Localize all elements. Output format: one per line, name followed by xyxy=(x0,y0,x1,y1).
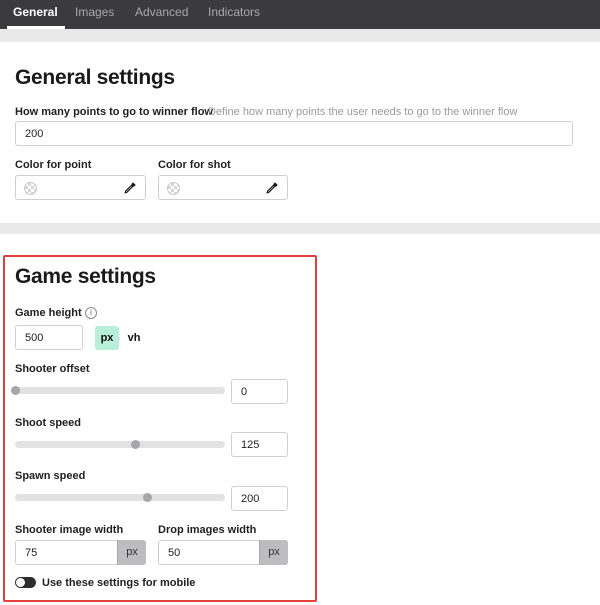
eyedropper-icon[interactable] xyxy=(265,181,279,195)
points-input[interactable] xyxy=(15,121,573,146)
mobile-toggle-label: Use these settings for mobile xyxy=(42,577,196,589)
color-shot-picker[interactable] xyxy=(158,175,288,200)
shoot-speed-input[interactable] xyxy=(231,432,288,457)
shooter-offset-label: Shooter offset xyxy=(15,363,90,375)
points-label: How many points to go to winner flow xyxy=(15,106,213,118)
game-height-label: Game height xyxy=(15,307,82,319)
general-settings-card: General settings How many points to go t… xyxy=(0,42,600,223)
tab-indicators[interactable]: Indicators xyxy=(208,5,260,29)
spawn-speed-input[interactable] xyxy=(231,486,288,511)
shooter-offset-slider-thumb[interactable] xyxy=(11,386,20,395)
tab-general[interactable]: General xyxy=(7,5,65,29)
tab-bar: General Images Advanced Indicators xyxy=(0,0,600,29)
info-icon[interactable]: i xyxy=(85,307,97,319)
color-shot-label: Color for shot xyxy=(158,159,231,171)
shoot-speed-slider[interactable] xyxy=(15,440,225,449)
color-shot-swatch xyxy=(167,182,180,195)
unit-vh-button[interactable]: vh xyxy=(122,326,146,350)
spawn-speed-label: Spawn speed xyxy=(15,470,86,482)
unit-px-button[interactable]: px xyxy=(95,326,119,350)
shooter-offset-slider[interactable] xyxy=(11,386,225,395)
drop-width-unit: px xyxy=(259,540,288,565)
eyedropper-icon[interactable] xyxy=(123,181,137,195)
shooter-image-width-label: Shooter image width xyxy=(15,524,124,536)
color-point-swatch xyxy=(24,182,37,195)
color-point-picker[interactable] xyxy=(15,175,146,200)
game-settings-title: Game settings xyxy=(15,265,156,288)
shooter-width-unit: px xyxy=(117,540,146,565)
shoot-speed-label: Shoot speed xyxy=(15,417,82,429)
general-settings-title: General settings xyxy=(15,66,175,89)
points-hint: Define how many points the user needs to… xyxy=(208,106,518,118)
tab-images[interactable]: Images xyxy=(75,5,114,29)
tab-advanced[interactable]: Advanced xyxy=(135,5,188,29)
drop-images-width-label: Drop images width xyxy=(158,524,257,536)
game-settings-card: Game settings Game height i px vh Shoote… xyxy=(0,234,600,605)
game-height-input[interactable] xyxy=(15,325,83,350)
spawn-speed-slider[interactable] xyxy=(15,493,225,502)
color-point-label: Color for point xyxy=(15,159,92,171)
toggle-knob xyxy=(16,578,25,587)
shoot-speed-slider-thumb[interactable] xyxy=(130,440,140,449)
mobile-settings-toggle[interactable] xyxy=(15,577,36,588)
spawn-speed-slider-thumb[interactable] xyxy=(143,493,153,502)
shooter-offset-input[interactable] xyxy=(231,379,288,404)
